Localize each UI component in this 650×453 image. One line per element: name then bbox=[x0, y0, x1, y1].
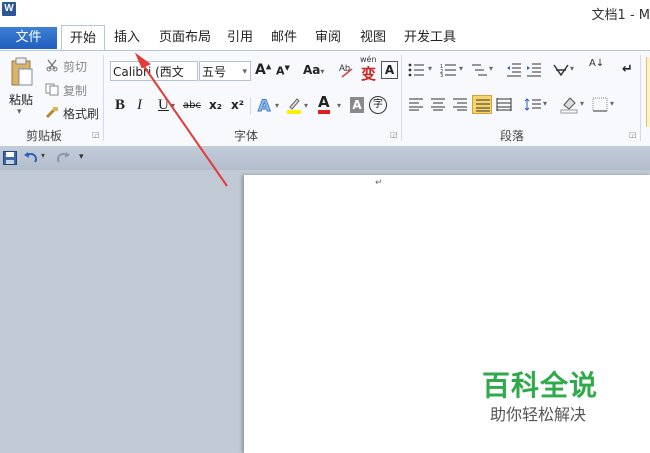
annotation-arrow bbox=[134, 52, 228, 187]
